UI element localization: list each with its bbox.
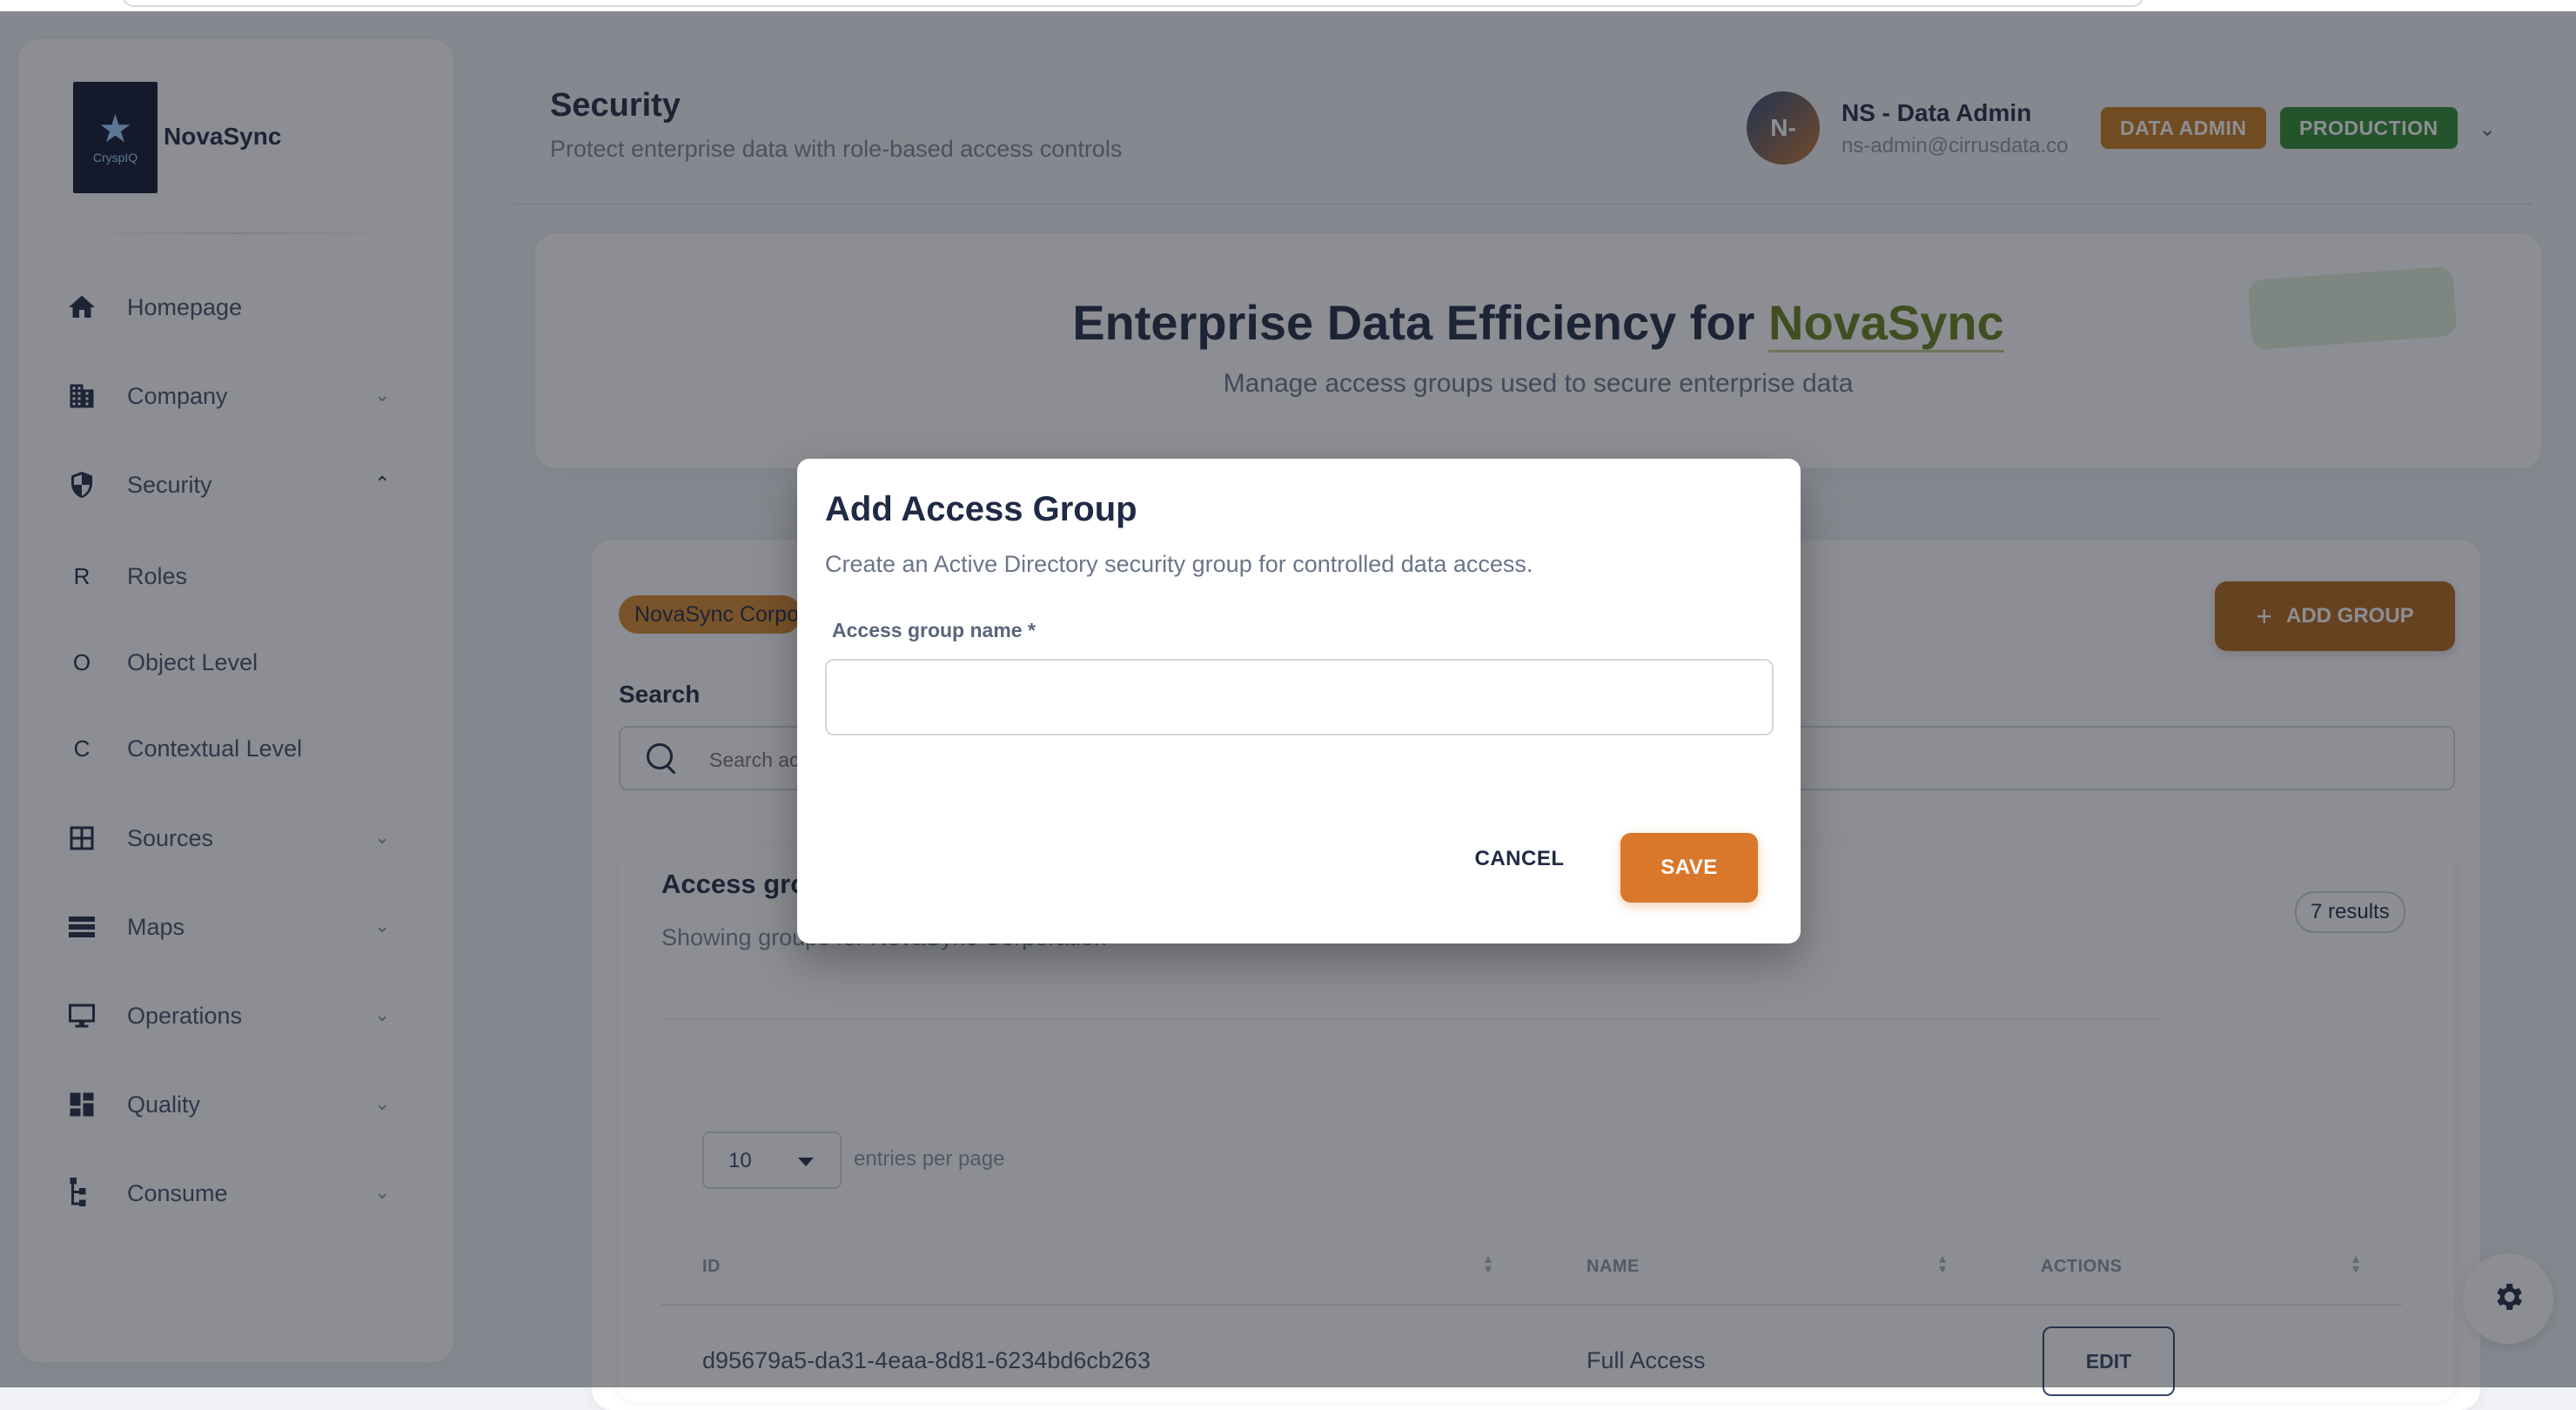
access-group-name-label: Access group name * <box>832 619 1036 641</box>
dialog-description: Create an Active Directory security grou… <box>825 551 1533 577</box>
browser-top-strip <box>0 0 2576 11</box>
save-button[interactable]: SAVE <box>1620 833 1758 903</box>
access-group-name-input[interactable] <box>825 659 1774 735</box>
dialog-title: Add Access Group <box>825 490 1137 528</box>
cancel-button[interactable]: CANCEL <box>1467 833 1572 885</box>
browser-url-bar <box>122 0 2144 7</box>
add-access-group-dialog: Add Access Group Create an Active Direct… <box>797 459 1801 943</box>
